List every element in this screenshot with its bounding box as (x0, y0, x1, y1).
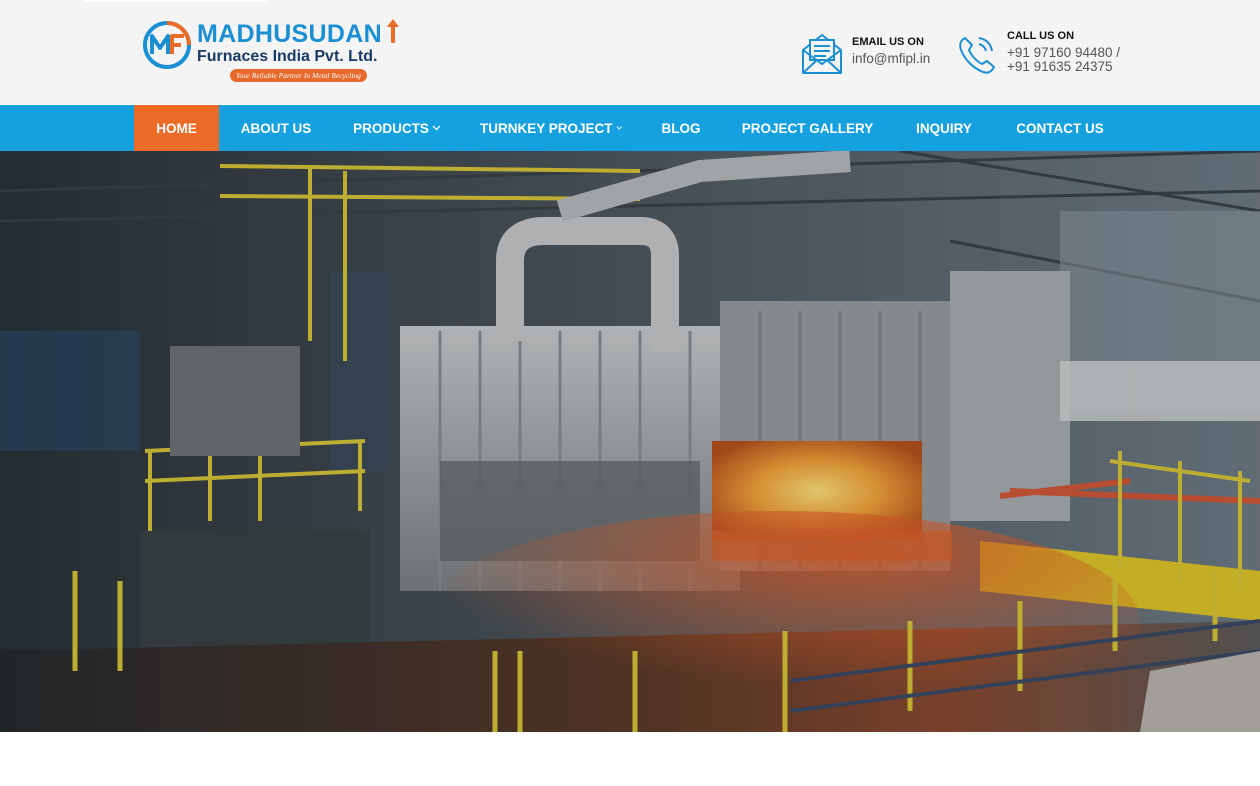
envelope-icon (802, 34, 842, 74)
arrow-up-icon (387, 19, 399, 43)
hero-furnace-image (0, 151, 1260, 732)
brand-tagline: Your Reliable Partner In Metal Recycling (230, 69, 367, 82)
nav-blog[interactable]: BLOG (654, 105, 708, 151)
hero-banner (0, 151, 1260, 732)
top-tab-indicator (84, 0, 266, 2)
brand-name: MADHUSUDAN (197, 20, 382, 48)
nav-about-us[interactable]: ABOUT US (234, 105, 318, 151)
nav-project-gallery[interactable]: PROJECT GALLERY (740, 105, 875, 151)
page: MADHUSUDAN Furnaces India Pvt. Ltd. Your… (0, 0, 1260, 786)
call-label: CALL US ON (1007, 30, 1075, 42)
nav-turnkey-project[interactable]: TURNKEY PROJECT (480, 105, 622, 151)
phone-icon (959, 37, 995, 74)
chevron-down-icon (615, 126, 622, 130)
email-label: EMAIL US ON (852, 36, 924, 48)
nav-inquiry[interactable]: INQUIRY (908, 105, 980, 151)
logo[interactable]: MADHUSUDAN Furnaces India Pvt. Ltd. Your… (142, 18, 412, 84)
nav-contact-us[interactable]: CONTACT US (1010, 105, 1110, 151)
nav-turnkey-label: TURNKEY PROJECT (480, 120, 613, 136)
site-header: MADHUSUDAN Furnaces India Pvt. Ltd. Your… (0, 0, 1260, 104)
phone-block[interactable]: CALL US ON +91 97160 94480 / +91 91635 2… (957, 28, 1147, 78)
chevron-down-icon (432, 125, 441, 131)
phone-number-1[interactable]: +91 97160 94480 / (1007, 45, 1120, 60)
email-value[interactable]: info@mfipl.in (852, 51, 930, 66)
email-block[interactable]: EMAIL US ON info@mfipl.in (800, 28, 950, 78)
nav-home[interactable]: HOME (134, 105, 219, 151)
logo-mark-icon (143, 21, 191, 69)
phone-number-2[interactable]: +91 91635 24375 (1007, 59, 1112, 74)
main-nav: HOME ABOUT US PRODUCTS TURNKEY PROJECT B… (0, 105, 1260, 151)
nav-products-label: PRODUCTS (353, 120, 429, 136)
brand-subtitle: Furnaces India Pvt. Ltd. (197, 48, 378, 65)
nav-products[interactable]: PRODUCTS (352, 105, 442, 151)
